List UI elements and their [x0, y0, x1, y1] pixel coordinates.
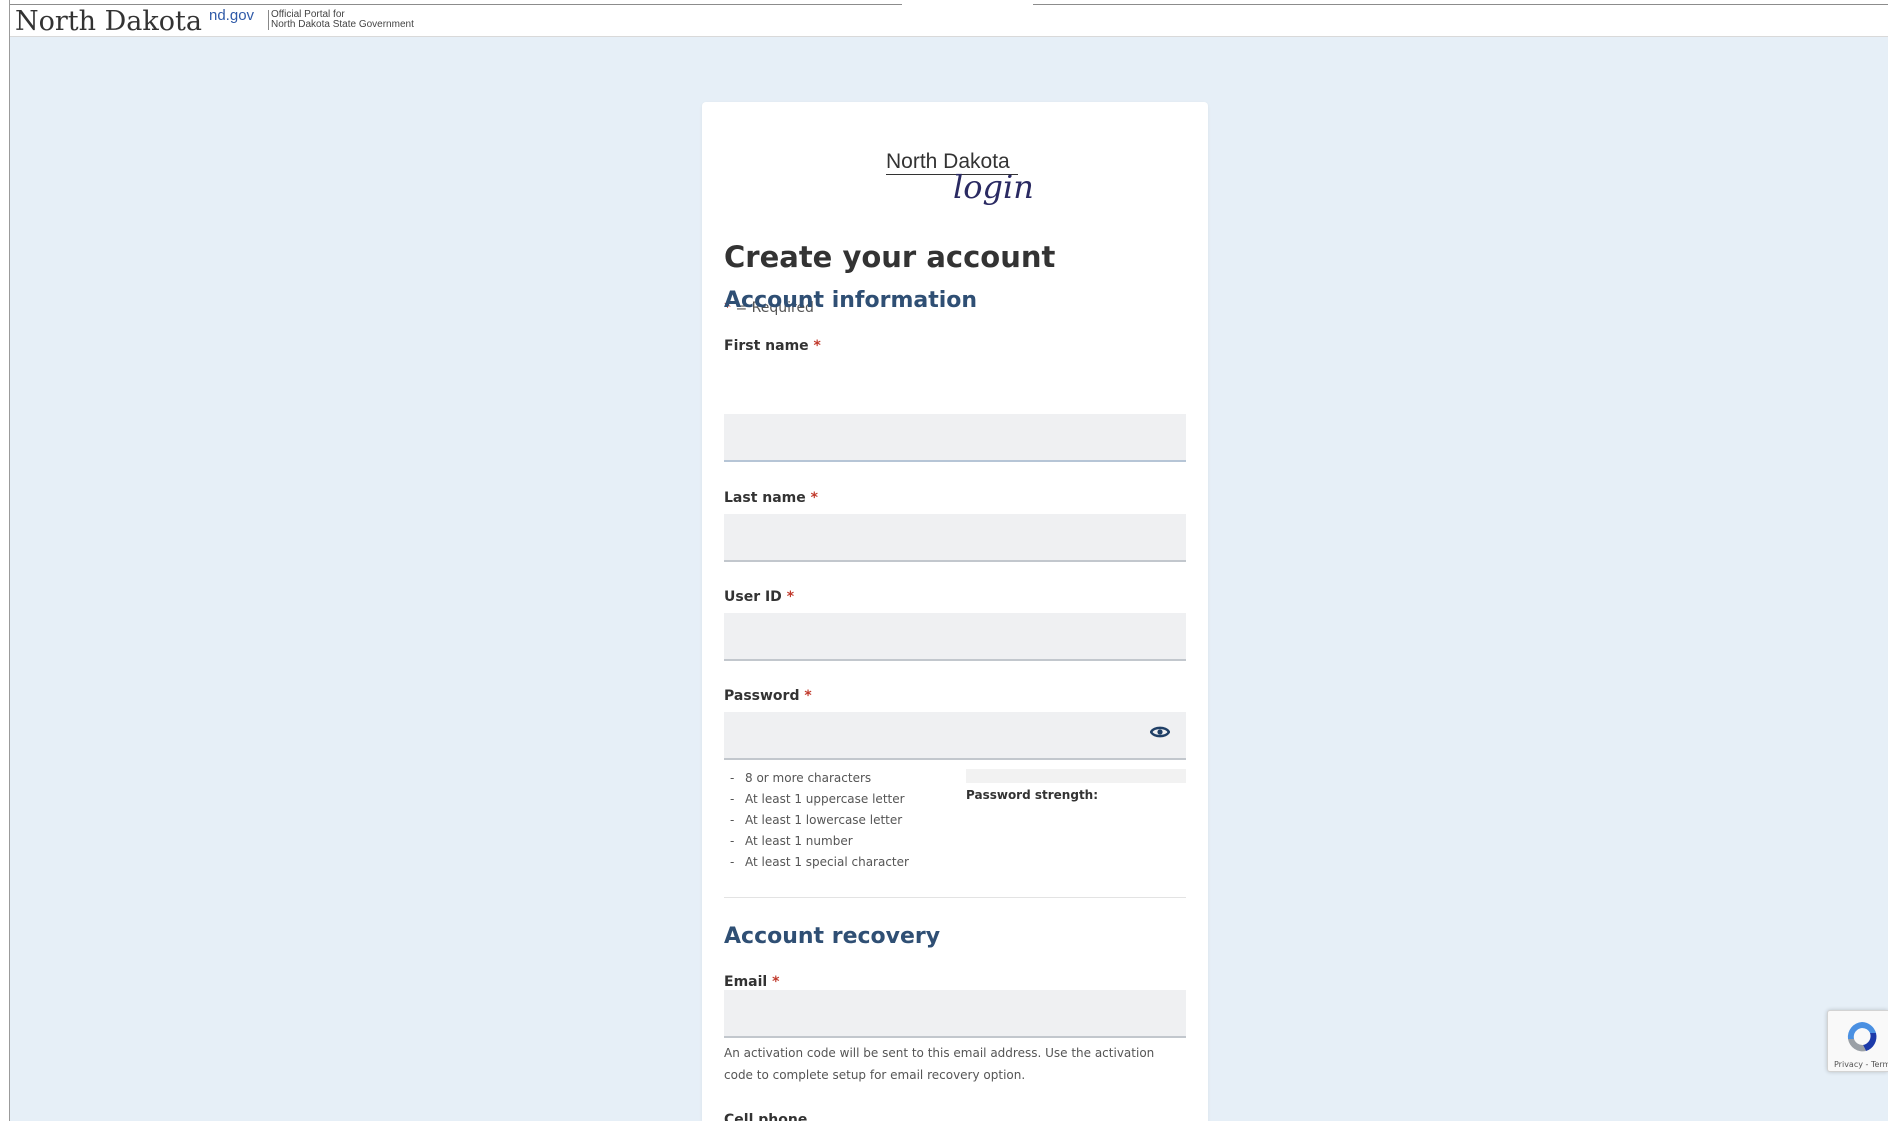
recaptcha-badge[interactable]: Privacy - Terms	[1827, 1010, 1888, 1072]
list-item: -8 or more characters	[730, 771, 872, 785]
email-label: Email *	[724, 974, 779, 990]
list-item: - At least 1 lowercase letter	[730, 813, 903, 827]
password-input[interactable]	[724, 712, 1186, 760]
list-item: - At least 1 uppercase letter	[730, 792, 905, 806]
first-name-label-text: First name	[724, 338, 809, 354]
password-strength-label: Password strength:	[966, 788, 1099, 802]
account-information-heading: Account information	[724, 288, 978, 313]
first-name-input[interactable]	[724, 414, 1186, 462]
last-name-label-text: Last name	[724, 490, 806, 506]
page-title: Create your account	[724, 240, 1056, 274]
recaptcha-logo-icon	[1847, 1022, 1877, 1052]
email-label-text: Email	[724, 974, 768, 990]
account-recovery-heading: Account recovery	[724, 924, 941, 949]
header-top-line-right	[1033, 4, 1888, 5]
password-label: Password *	[724, 688, 812, 704]
list-item: - At least 1 number	[730, 834, 853, 848]
list-item: - At least 1 special character	[730, 855, 909, 869]
portal-tagline-line2: North Dakota State Government	[271, 19, 414, 30]
password-strength-meter	[966, 769, 1186, 783]
user-id-label-text: User ID	[724, 589, 782, 605]
header-top-line-left	[10, 4, 902, 5]
brand-home-link[interactable]: North Dakota	[15, 6, 202, 37]
eye-icon-graphic	[1149, 726, 1171, 738]
section-divider	[724, 897, 1186, 898]
portal-tagline: Official Portal for North Dakota State G…	[268, 10, 414, 30]
site-header: North Dakota nd.gov Official Portal for …	[10, 0, 1888, 37]
user-id-input[interactable]	[724, 613, 1186, 661]
window-left-edge	[0, 0, 10, 1121]
first-name-label: First name *	[724, 338, 821, 354]
last-name-label: Last name *	[724, 490, 818, 506]
password-label-text: Password	[724, 688, 800, 704]
required-asterisk: *	[813, 338, 821, 354]
cell-phone-label: Cell phone	[724, 1112, 808, 1121]
logo-bottom-text: login	[953, 168, 1034, 206]
last-name-input[interactable]	[724, 514, 1186, 562]
eye-icon[interactable]	[1149, 724, 1171, 740]
required-asterisk: *	[772, 974, 780, 990]
required-asterisk: *	[810, 490, 818, 506]
nd-login-logo: North Dakota login	[882, 150, 1034, 212]
user-id-label: User ID *	[724, 589, 794, 605]
email-input[interactable]	[724, 990, 1186, 1038]
recaptcha-links[interactable]: Privacy - Terms	[1834, 1060, 1888, 1069]
signup-card: North Dakota login Create your account *…	[702, 102, 1208, 1121]
password-rules-list: -8 or more characters - At least 1 upperc…	[724, 768, 909, 873]
required-asterisk: *	[804, 688, 812, 704]
ndgov-logo-link[interactable]: nd.gov	[209, 7, 254, 24]
required-asterisk: *	[786, 589, 795, 605]
email-helper-text: An activation code will be sent to this …	[724, 1046, 1155, 1082]
